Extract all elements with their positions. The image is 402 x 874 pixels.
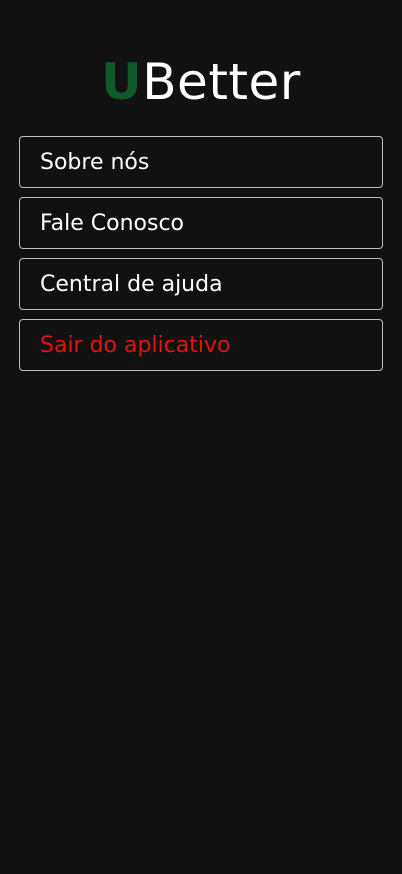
app-screen: UBetter Sobre nós Fale Conosco Central d… bbox=[0, 0, 402, 874]
app-logo: UBetter bbox=[0, 52, 402, 112]
logo-text: Better bbox=[142, 53, 301, 111]
logo-initial: U bbox=[101, 53, 143, 111]
menu-item-about[interactable]: Sobre nós bbox=[19, 136, 383, 188]
menu-item-contact[interactable]: Fale Conosco bbox=[19, 197, 383, 249]
menu-list: Sobre nós Fale Conosco Central de ajuda … bbox=[19, 136, 383, 380]
menu-item-help-center[interactable]: Central de ajuda bbox=[19, 258, 383, 310]
menu-item-exit-app[interactable]: Sair do aplicativo bbox=[19, 319, 383, 371]
